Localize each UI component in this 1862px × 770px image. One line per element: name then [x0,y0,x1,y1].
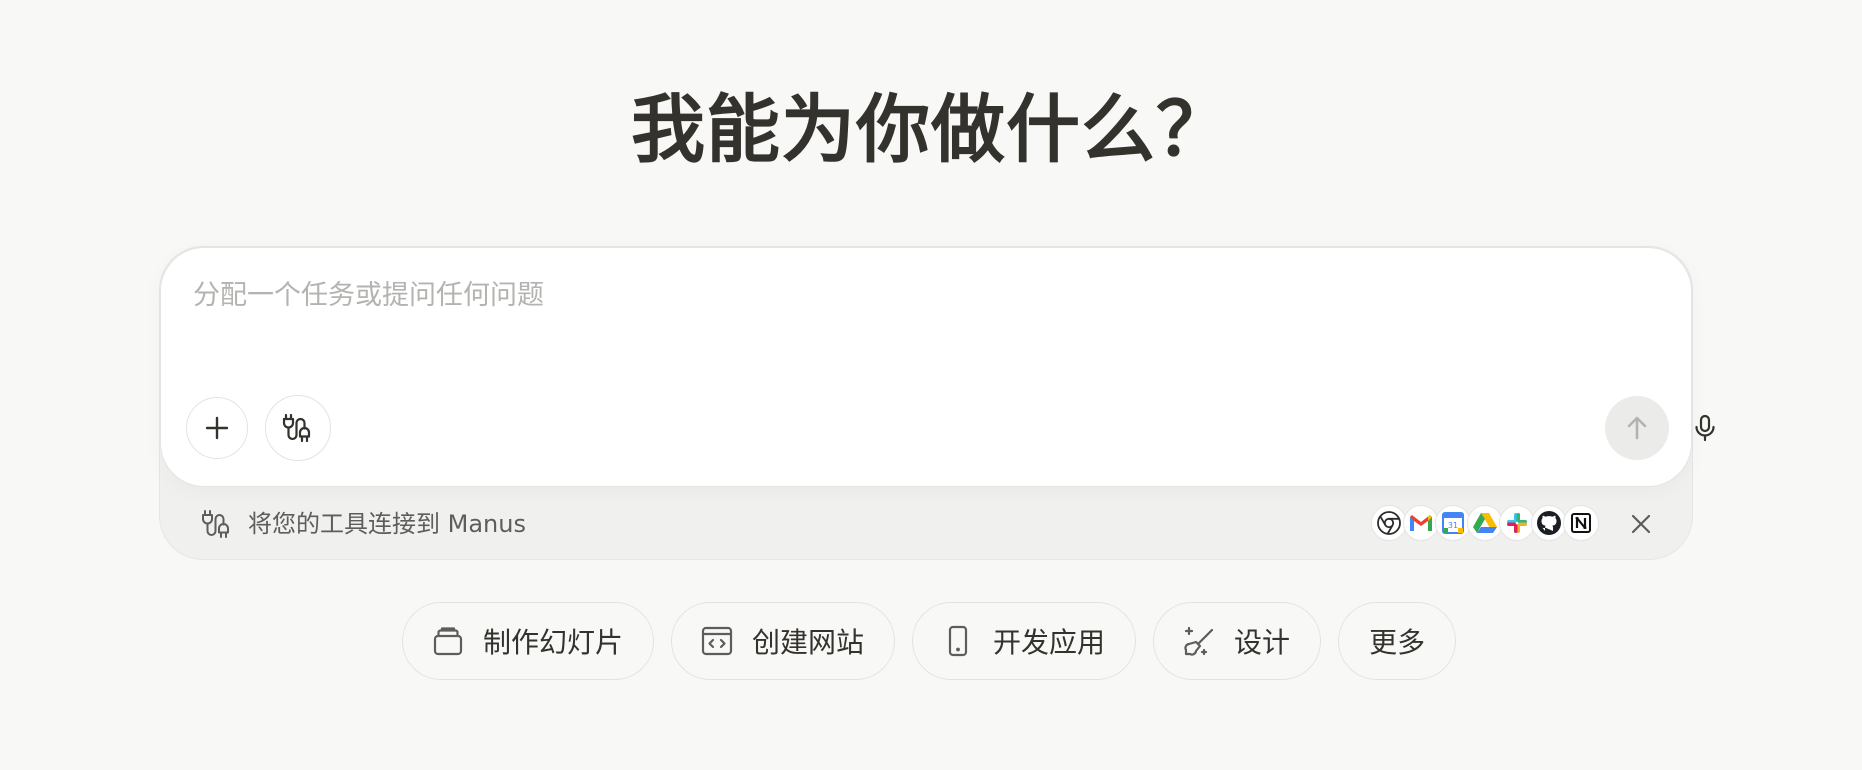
calendar-day-text: 31 [1448,521,1458,530]
plus-icon [205,416,229,440]
task-input[interactable] [193,278,1653,338]
develop-app-chip[interactable]: 开发应用 [912,602,1137,680]
connect-tools-button[interactable] [265,395,331,461]
arrow-up-icon [1627,416,1647,440]
add-button[interactable] [186,397,248,459]
chip-label: 制作幻灯片 [483,626,624,659]
plug-icon [282,413,311,443]
slides-icon [431,624,465,658]
close-tools-bar-button[interactable] [1626,509,1656,539]
send-button[interactable] [1605,396,1669,460]
gmail-icon [1403,505,1439,541]
more-chip[interactable]: 更多 [1338,602,1457,680]
google-drive-icon [1467,505,1503,541]
composer-card [160,247,1715,487]
design-brush-icon [1182,624,1216,658]
design-chip[interactable]: 设计 [1153,602,1322,680]
close-icon [1631,514,1651,534]
notion-icon [1563,505,1599,541]
chip-label: 开发应用 [993,626,1106,659]
voice-input-button[interactable] [1677,400,1733,456]
chip-label: 创建网站 [752,626,865,659]
home-page: 我能为你做什么？ 分配一个任务或提问任何问题 将您的工具连接到 Manus 31… [0,0,1862,770]
mobile-app-icon [941,624,975,658]
quick-actions: 制作幻灯片 创建网站 开发应用 设计 更多 [402,602,1457,682]
chrome-icon [1371,505,1407,541]
chip-label: 设计 [1234,626,1291,659]
connect-tools-bar[interactable]: 将您的工具连接到 Manus 31 [160,487,1692,559]
plug-icon [202,510,229,538]
chip-label: 更多 [1369,626,1426,659]
page-title: 我能为你做什么？ [631,87,1231,173]
github-icon [1531,505,1567,541]
microphone-icon [1695,414,1715,442]
website-icon [700,624,734,658]
slack-icon [1499,505,1535,541]
make-slides-chip[interactable]: 制作幻灯片 [402,602,655,680]
create-website-chip[interactable]: 创建网站 [671,602,896,680]
composer-container: 将您的工具连接到 Manus [159,246,1715,560]
connected-apps[interactable]: 31 [1371,505,1599,543]
connect-tools-label: 将您的工具连接到 Manus [248,510,526,538]
google-calendar-icon: 31 [1435,505,1471,541]
